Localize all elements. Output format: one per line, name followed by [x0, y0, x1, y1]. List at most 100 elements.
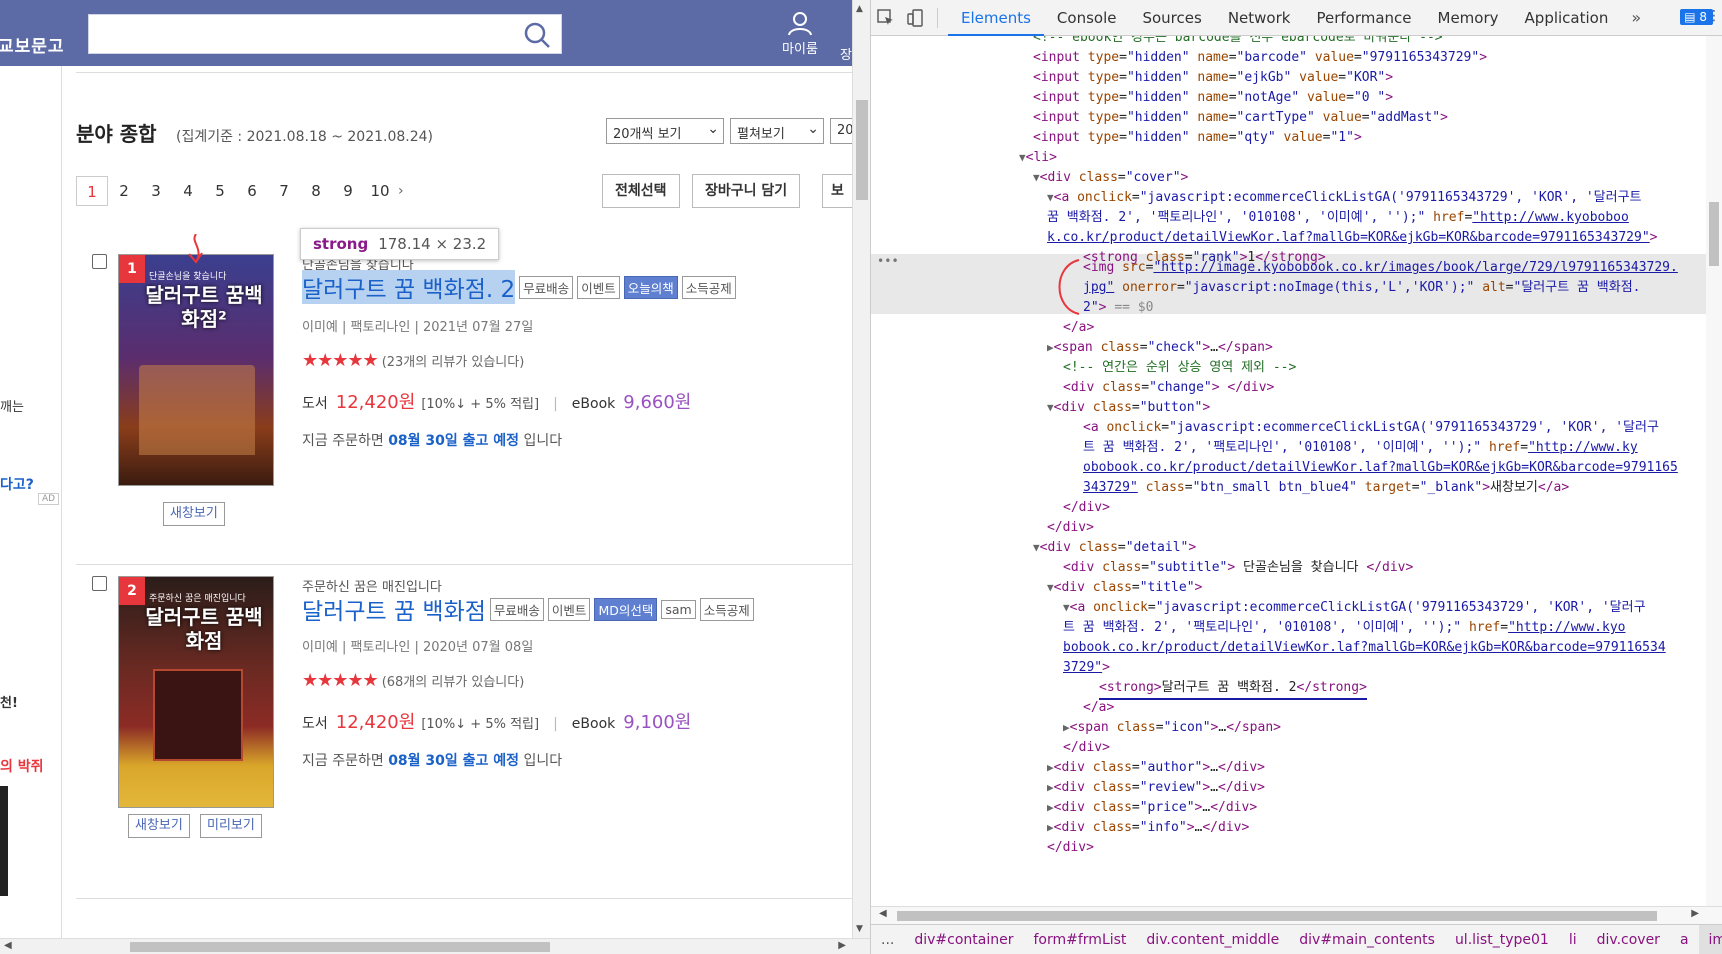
tab-performance[interactable]: Performance [1303, 0, 1424, 36]
book-checkbox[interactable] [92, 254, 107, 269]
dom-node[interactable]: </div> [1063, 738, 1110, 758]
tab-sources[interactable]: Sources [1129, 0, 1214, 36]
dom-node[interactable]: ▶<span class="icon">…</span> [1063, 718, 1281, 738]
dom-node[interactable]: </a> [1063, 318, 1094, 338]
page-7[interactable]: 7 [268, 176, 300, 206]
breadcrumb-cover[interactable]: div.cover [1587, 932, 1670, 948]
scroll-thumb[interactable] [1709, 202, 1719, 266]
breadcrumb-form[interactable]: form#frmList [1024, 932, 1137, 948]
scroll-left-icon[interactable]: ◀ [4, 940, 12, 951]
devtools-vertical-scrollbar[interactable] [1706, 36, 1722, 906]
search-input[interactable] [88, 14, 562, 54]
breadcrumb-container[interactable]: div#container [904, 932, 1023, 948]
tab-application[interactable]: Application [1512, 0, 1622, 36]
dom-comment[interactable]: <!-- 연간은 순위 상승 영역 제외 --> [1063, 358, 1296, 378]
dom-node[interactable]: <input type="hidden" name="barcode" valu… [1033, 48, 1487, 68]
dom-node[interactable]: ▼<li> [1019, 148, 1057, 168]
dom-node[interactable]: ▶<span class="check">…</span> [1047, 338, 1273, 358]
page-1[interactable]: 1 [76, 176, 108, 206]
breadcrumb-img[interactable]: img [1698, 925, 1722, 954]
review-count[interactable]: (23개의 리뷰가 있습니다) [382, 351, 525, 370]
per-page-select[interactable]: 20개씩 보기 ⌄ [606, 118, 724, 144]
scroll-down-icon[interactable]: ▼ [856, 924, 863, 934]
dom-node[interactable]: ▼<div class="detail"> [1033, 538, 1196, 558]
page-4[interactable]: 4 [172, 176, 204, 206]
review-count[interactable]: (68개의 리뷰가 있습니다) [382, 671, 525, 690]
page-9[interactable]: 9 [332, 176, 364, 206]
search-icon[interactable] [521, 19, 553, 51]
dom-node[interactable]: ▶<div class="info">…</div> [1047, 818, 1249, 838]
ebook-price[interactable]: 9,100원 [623, 708, 691, 734]
book-title[interactable]: 달러구트 꿈 백화점. 2 [302, 270, 516, 304]
breadcrumb-main-contents[interactable]: div#main_contents [1289, 932, 1445, 948]
header-item-cut[interactable]: 장 [840, 44, 852, 63]
dom-node[interactable]: ▼<div class="title"> [1047, 578, 1202, 598]
select-all-button[interactable]: 전체선택 [602, 174, 680, 208]
book-title[interactable]: 달러구트 꿈 백화점 [302, 592, 486, 626]
next-page-arrow[interactable]: › [398, 183, 414, 199]
page-3[interactable]: 3 [140, 176, 172, 206]
ebook-price[interactable]: 9,660원 [623, 388, 691, 414]
book-cover[interactable]: 1 단골손님을 찾습니다 달러구트 꿈백화점² [118, 254, 274, 486]
device-toolbar-icon[interactable] [901, 0, 931, 36]
preview-button[interactable]: 미리보기 [200, 814, 262, 838]
dom-node[interactable]: ▼<a onclick="javascript:ecommerceClickLi… [1047, 188, 1642, 208]
breadcrumb-content-middle[interactable]: div.content_middle [1136, 932, 1289, 948]
side-text-4[interactable]: 의 박쥐 [0, 756, 44, 776]
node-actions-icon[interactable]: ••• [877, 254, 899, 268]
mypage-button[interactable]: 마이룸 [778, 10, 822, 57]
book-cover[interactable]: 2 주문하신 꿈은 매진입니다 달러구트 꿈백화점 [118, 576, 274, 808]
dom-node[interactable]: </a> [1083, 698, 1114, 718]
side-text-2[interactable]: 다고? [0, 474, 34, 494]
dom-node[interactable]: <a onclick="javascript:ecommerceClickLis… [1083, 418, 1659, 438]
scroll-thumb[interactable] [897, 911, 1657, 921]
dom-node-hovered[interactable]: <strong>달러구트 꿈 백화점. 2</strong> [1099, 678, 1367, 700]
tab-console[interactable]: Console [1044, 0, 1130, 36]
add-to-cart-button[interactable]: 장바구니 담기 [692, 174, 801, 208]
new-window-button[interactable]: 새창보기 [128, 814, 190, 838]
page-horizontal-scrollbar[interactable]: ◀ ▶ [0, 938, 870, 954]
save-button[interactable]: 보관 [822, 174, 852, 208]
page-8[interactable]: 8 [300, 176, 332, 206]
year-select[interactable]: 202 [830, 118, 852, 144]
page-2[interactable]: 2 [108, 176, 140, 206]
page-10[interactable]: 10 [364, 176, 396, 206]
dom-node[interactable]: </div> [1063, 498, 1110, 518]
kebab-menu-icon[interactable]: ⋮ [1707, 8, 1721, 24]
inspect-element-icon[interactable] [871, 0, 901, 36]
view-mode-select[interactable]: 펼쳐보기 ⌄ [730, 118, 824, 144]
dom-node[interactable]: </div> [1047, 518, 1094, 538]
more-tabs-icon[interactable]: » [1621, 8, 1651, 27]
dom-node[interactable]: ▼<a onclick="javascript:ecommerceClickLi… [1063, 598, 1646, 618]
breadcrumb-a[interactable]: a [1670, 932, 1699, 948]
devtools-horizontal-scrollbar[interactable]: ◀ ▶ [871, 906, 1722, 924]
dom-node[interactable]: ▶<div class="review">…</div> [1047, 778, 1265, 798]
dom-node[interactable]: ▼<div class="cover"> [1033, 168, 1188, 188]
page-5[interactable]: 5 [204, 176, 236, 206]
dom-node[interactable]: <input type="hidden" name="ejkGb" value=… [1033, 68, 1393, 88]
scroll-right-icon[interactable]: ▶ [838, 940, 846, 951]
scroll-left-icon[interactable]: ◀ [879, 908, 887, 919]
breadcrumb-li[interactable]: li [1559, 932, 1587, 948]
tab-elements[interactable]: Elements [948, 0, 1044, 36]
new-window-button[interactable]: 새창보기 [163, 502, 225, 526]
site-logo[interactable]: 교보문고 [0, 32, 65, 57]
scroll-thumb[interactable] [856, 100, 868, 200]
book-checkbox[interactable] [92, 576, 107, 591]
dom-node[interactable]: <input type="hidden" name="notAge" value… [1033, 88, 1393, 108]
dom-node[interactable]: ▶<div class="author">…</div> [1047, 758, 1265, 778]
page-6[interactable]: 6 [236, 176, 268, 206]
breadcrumb-list[interactable]: ul.list_type01 [1445, 932, 1559, 948]
breadcrumb-more[interactable]: ... [871, 932, 904, 948]
dom-tree[interactable]: ••• <!-- ebook인 경우는 barcode를 전부 ebarcode… [871, 36, 1707, 906]
dom-comment[interactable]: <!-- ebook인 경우는 barcode를 전부 ebarcode로 바꿔… [1033, 36, 1443, 48]
scroll-right-icon[interactable]: ▶ [1691, 908, 1699, 919]
scroll-thumb[interactable] [130, 942, 550, 952]
tab-network[interactable]: Network [1215, 0, 1304, 36]
dom-node[interactable]: <div class="change"> </div> [1063, 378, 1274, 398]
tab-memory[interactable]: Memory [1425, 0, 1512, 36]
dom-node-selected[interactable]: <img src="http://image.kyobobook.co.kr/i… [1083, 258, 1678, 278]
scroll-up-icon[interactable]: ▲ [856, 4, 863, 14]
dom-node[interactable]: ▶<div class="price">…</div> [1047, 798, 1257, 818]
dom-node[interactable]: <input type="hidden" name="qty" value="1… [1033, 128, 1362, 148]
